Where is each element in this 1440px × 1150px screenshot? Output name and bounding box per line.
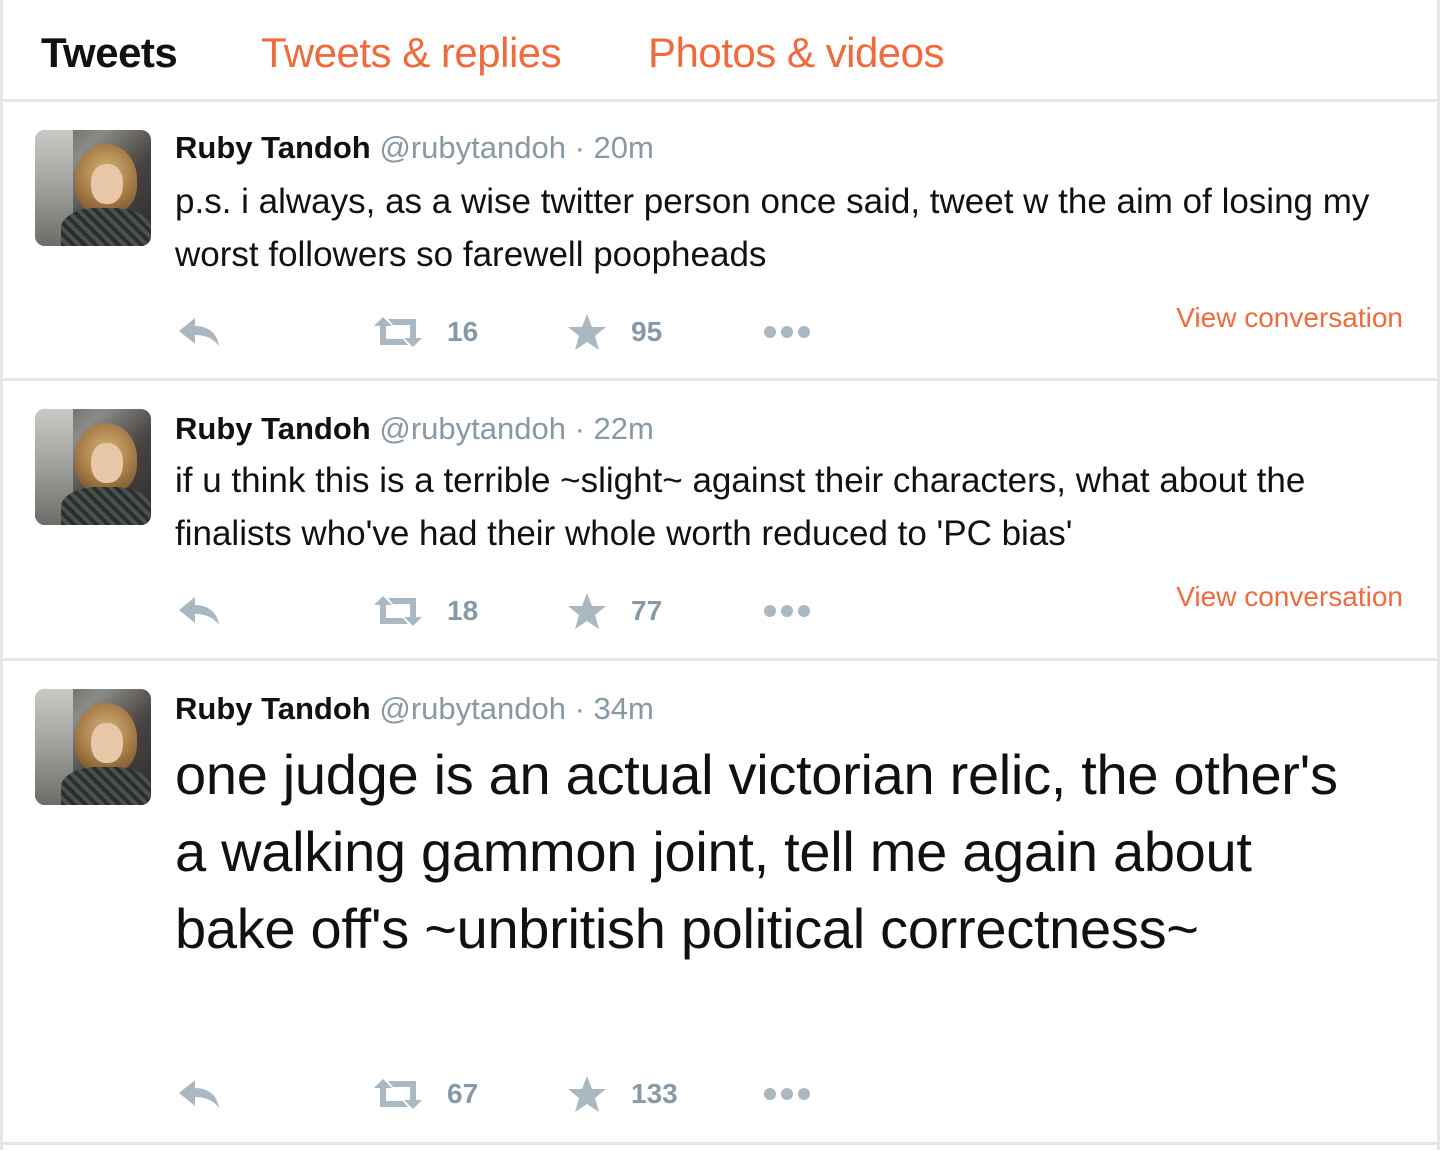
tweet-actions: 18 77 xyxy=(3,586,1437,636)
tweet-header: Ruby Tandoh @rubytandoh · 22m xyxy=(175,409,654,449)
author-name[interactable]: Ruby Tandoh xyxy=(175,411,371,446)
tweet-item[interactable]: Ruby Tandoh @rubytandoh · 22m if u think… xyxy=(3,381,1437,661)
more-button[interactable] xyxy=(763,586,811,636)
separator-dot: · xyxy=(574,130,585,165)
tab-tweets-replies[interactable]: Tweets & replies xyxy=(261,28,562,78)
author-handle[interactable]: @rubytandoh xyxy=(379,691,566,726)
favorite-count: 95 xyxy=(631,316,663,347)
more-button[interactable] xyxy=(763,307,811,357)
favorite-count: 133 xyxy=(631,1078,678,1109)
reply-icon xyxy=(179,318,219,346)
tab-photos-videos[interactable]: Photos & videos xyxy=(648,28,945,78)
tweet-actions: 67 133 xyxy=(3,1069,1437,1119)
author-name[interactable]: Ruby Tandoh xyxy=(175,691,371,726)
tweet-header: Ruby Tandoh @rubytandoh · 20m xyxy=(175,128,654,168)
avatar[interactable] xyxy=(35,409,151,525)
tab-tweets[interactable]: Tweets xyxy=(41,28,178,78)
avatar[interactable] xyxy=(35,130,151,246)
favorite-button[interactable]: 77 xyxy=(567,586,662,636)
tweet-text: one judge is an actual victorian relic, … xyxy=(175,743,1338,960)
profile-timeline: Tweets Tweets & replies Photos & videos … xyxy=(0,0,1440,1150)
tweet-header: Ruby Tandoh @rubytandoh · 34m xyxy=(175,689,654,729)
retweet-button[interactable]: 67 xyxy=(373,1069,478,1119)
tweet-timestamp[interactable]: 34m xyxy=(594,691,654,726)
favorite-button[interactable]: 133 xyxy=(567,1069,678,1119)
favorite-count: 77 xyxy=(631,595,663,626)
author-handle[interactable]: @rubytandoh xyxy=(379,411,566,446)
tweet-timestamp[interactable]: 22m xyxy=(594,411,654,446)
separator-dot: · xyxy=(574,411,585,446)
author-name[interactable]: Ruby Tandoh xyxy=(175,130,371,165)
author-handle[interactable]: @rubytandoh xyxy=(379,130,566,165)
avatar[interactable] xyxy=(35,689,151,805)
star-icon xyxy=(568,314,606,350)
reply-button[interactable] xyxy=(177,586,221,636)
retweet-icon xyxy=(374,596,422,626)
tweet-actions: 16 95 xyxy=(3,307,1437,357)
reply-button[interactable] xyxy=(177,1069,221,1119)
reply-icon xyxy=(179,597,219,625)
reply-button[interactable] xyxy=(177,307,221,357)
retweet-icon xyxy=(374,1079,422,1109)
separator-dot: · xyxy=(574,691,585,726)
more-button[interactable] xyxy=(763,1069,811,1119)
tweet-text: if u think this is a terrible ~slight~ a… xyxy=(175,461,1306,553)
star-icon xyxy=(568,1076,606,1112)
retweet-button[interactable]: 18 xyxy=(373,586,478,636)
retweet-count: 67 xyxy=(447,1078,479,1109)
tweet-item[interactable]: Ruby Tandoh @rubytandoh · 20m p.s. i alw… xyxy=(3,102,1437,381)
tweet-timestamp[interactable]: 20m xyxy=(594,130,654,165)
profile-tabs: Tweets Tweets & replies Photos & videos xyxy=(3,0,1437,102)
more-dots-icon xyxy=(764,326,810,338)
star-icon xyxy=(568,593,606,629)
reply-icon xyxy=(179,1080,219,1108)
retweet-count: 16 xyxy=(447,316,479,347)
tweet-text: p.s. i always, as a wise twitter person … xyxy=(175,182,1370,274)
more-dots-icon xyxy=(764,605,810,617)
retweet-button[interactable]: 16 xyxy=(373,307,478,357)
tweet-item[interactable]: Ruby Tandoh @rubytandoh · 34m one judge … xyxy=(3,661,1437,1145)
retweet-count: 18 xyxy=(447,595,479,626)
favorite-button[interactable]: 95 xyxy=(567,307,662,357)
more-dots-icon xyxy=(764,1088,810,1100)
retweet-icon xyxy=(374,317,422,347)
